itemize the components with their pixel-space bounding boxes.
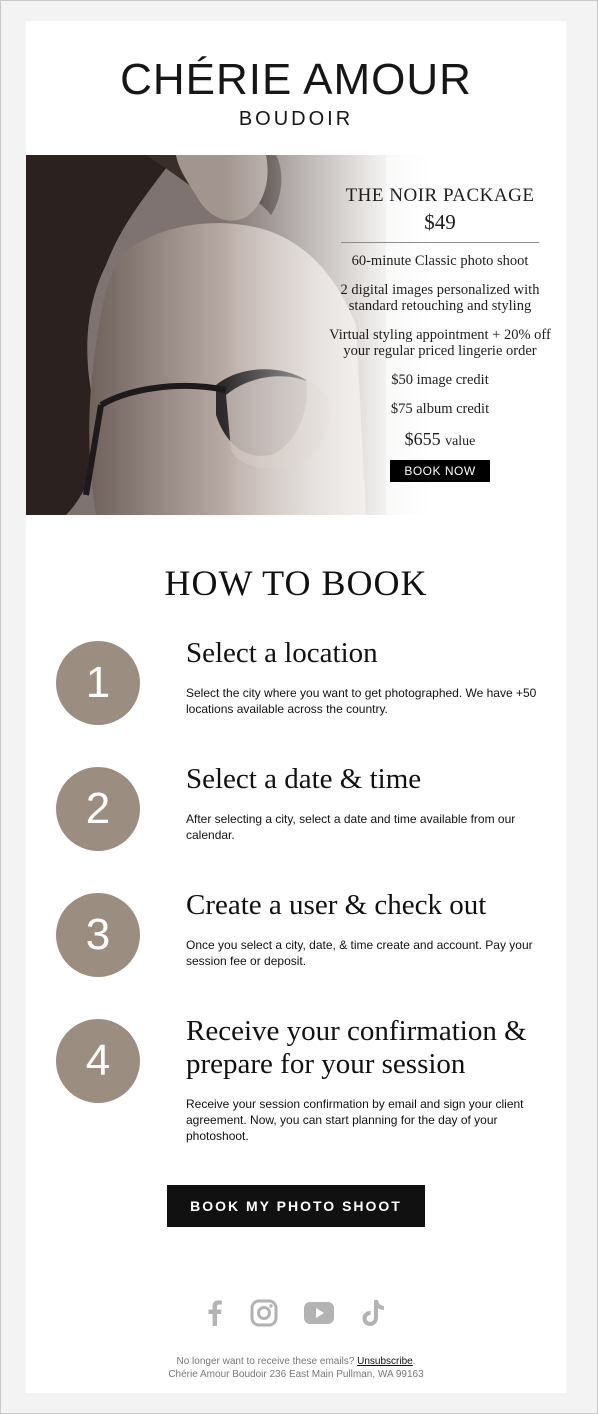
brand-logo[interactable]: CHÉRIE AMOUR BOUDOIR	[26, 21, 566, 155]
how-to-book-heading: HOW TO BOOK	[164, 563, 428, 603]
instagram-icon[interactable]	[250, 1299, 278, 1332]
package-feature: 60-minute Classic photo shoot	[351, 253, 529, 269]
package-value-amount: $655	[404, 429, 441, 449]
step-number-badge: 1	[56, 641, 140, 725]
brand-subtitle: BOUDOIR	[238, 108, 354, 130]
email-footer: No longer want to receive these emails? …	[26, 1355, 566, 1381]
step-text: After selecting a city, select a date an…	[186, 812, 516, 842]
package-feature: Virtual styling appointment + 20% off yo…	[329, 327, 551, 359]
step-title: Select a location	[186, 637, 378, 669]
step-title: Create a user & check out	[186, 889, 487, 921]
hero-banner[interactable]: THE NOIR PACKAGE $49 60-minute Classic p…	[26, 155, 566, 515]
step-title: Receive your confirmation & prepare for …	[186, 1015, 527, 1080]
package-value: $655 value	[324, 429, 556, 452]
social-links	[26, 1299, 566, 1331]
step-text: Select the city where you want to get ph…	[186, 686, 537, 716]
package-divider	[341, 242, 539, 243]
step-number-badge: 3	[56, 893, 140, 977]
package-feature: 2 digital images personalized with stand…	[340, 282, 540, 314]
step-title: Select a date & time	[186, 763, 422, 795]
package-feature: $50 image credit	[391, 372, 489, 388]
tiktok-icon[interactable]	[361, 1299, 385, 1332]
email-frame: CHÉRIE AMOUR BOUDOIR THE NOIR PACKAGE $4…	[0, 0, 598, 1414]
footer-address: Chérie Amour Boudoir 236 East Main Pullm…	[168, 1369, 424, 1380]
package-value-label: value	[445, 434, 476, 449]
package-title: THE NOIR PACKAGE	[345, 185, 535, 206]
package-details: THE NOIR PACKAGE $49 60-minute Classic p…	[324, 185, 556, 482]
book-my-photo-shoot-button[interactable]: BOOK MY PHOTO SHOOT	[167, 1185, 425, 1227]
package-price: $49	[424, 210, 456, 234]
step-text: Once you select a city, date, & time cre…	[186, 938, 533, 968]
unsubscribe-period: .	[412, 1356, 416, 1367]
unsubscribe-line: No longer want to receive these emails? …	[26, 1355, 566, 1368]
step-number-badge: 4	[56, 1019, 140, 1103]
step-number-badge: 2	[56, 767, 140, 851]
brand-name: CHÉRIE AMOUR	[120, 55, 472, 104]
book-now-button[interactable]: BOOK NOW	[390, 460, 490, 482]
facebook-icon[interactable]	[207, 1300, 223, 1331]
youtube-icon[interactable]	[304, 1302, 335, 1329]
unsubscribe-link[interactable]: Unsubscribe	[357, 1356, 413, 1367]
step-text: Receive your session confirmation by ema…	[186, 1097, 524, 1143]
package-feature: $75 album credit	[390, 401, 490, 417]
email-card: CHÉRIE AMOUR BOUDOIR THE NOIR PACKAGE $4…	[26, 21, 566, 1393]
unsubscribe-prompt: No longer want to receive these emails?	[176, 1356, 355, 1367]
